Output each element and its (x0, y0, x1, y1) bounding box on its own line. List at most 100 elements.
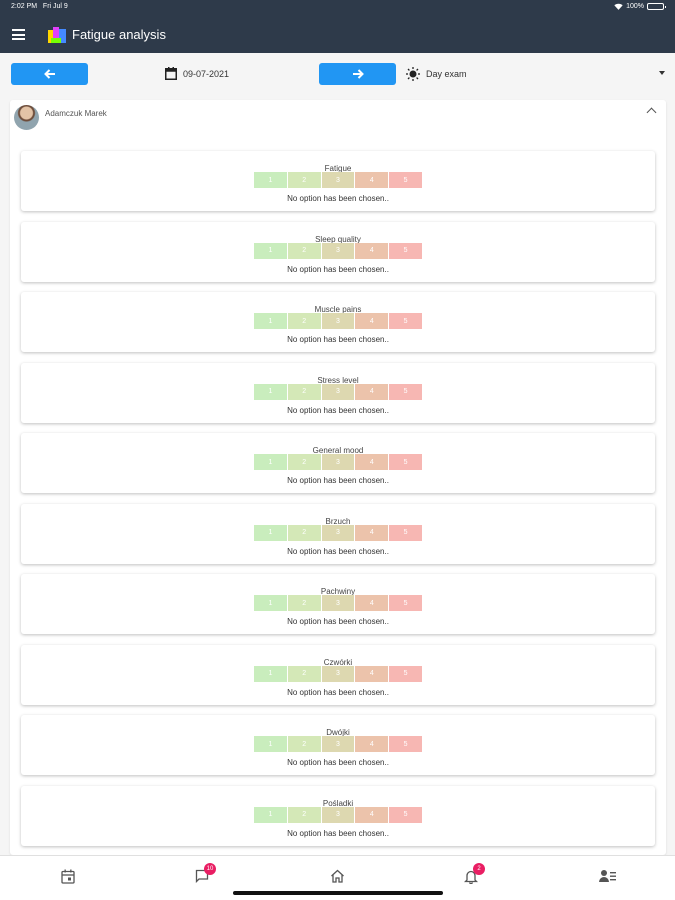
selection-status: No option has been chosen.. (287, 194, 389, 203)
rating-option-3[interactable]: 3 (321, 383, 355, 400)
rating-scale: 12345 (254, 524, 422, 541)
question-card: Muscle pains 1 2 3 4 5 No option has been chos… (21, 292, 655, 352)
date-toolbar: 09-07-2021 Day exam (0, 63, 675, 87)
rating-option-3[interactable]: 3 (321, 313, 355, 329)
date-picker[interactable]: 09-07-2021 (165, 67, 229, 80)
rating-scale: 12345 (254, 383, 422, 400)
rating-option-4[interactable]: 4 (355, 313, 389, 329)
selection-status: No option has been chosen.. (287, 405, 389, 415)
dropdown-caret-icon[interactable] (659, 71, 665, 75)
next-day-button[interactable] (319, 63, 396, 85)
rating-option-2[interactable]: 2 (287, 736, 321, 752)
rating-option-4[interactable]: 4 (355, 454, 389, 470)
selection-status: No option has been chosen.. (287, 546, 389, 556)
rating-option-4[interactable]: 4 (355, 383, 389, 400)
rating-option-1[interactable]: 1 (254, 806, 287, 823)
rating-option-5[interactable]: 5 (389, 383, 422, 400)
date-value: 09-07-2021 (183, 68, 230, 79)
selection-status: No option has been chosen.. (287, 476, 389, 485)
tab-messages[interactable]: 10 (192, 863, 216, 886)
profile-list-icon (598, 870, 616, 882)
rating-scale: 12345 (254, 313, 422, 329)
rating-option-3[interactable]: 3 (321, 736, 355, 752)
rating-option-5[interactable]: 5 (389, 665, 422, 682)
rating-option-5[interactable]: 5 (389, 454, 422, 470)
athlete-name: Adamczuk Marek (45, 109, 107, 118)
tab-home[interactable] (327, 866, 347, 886)
exam-type-value: Day exam (426, 69, 467, 79)
menu-button[interactable] (12, 29, 25, 40)
rating-option-3[interactable]: 3 (321, 806, 355, 823)
rating-option-1[interactable]: 1 (254, 242, 287, 259)
status-time: 2:02 PM Fri Jul 9 (11, 3, 68, 10)
previous-day-button[interactable] (11, 63, 88, 85)
exam-type-select[interactable]: Day exam (406, 67, 467, 81)
rating-option-5[interactable]: 5 (389, 242, 422, 259)
rating-option-2[interactable]: 2 (287, 454, 321, 470)
rating-option-2[interactable]: 2 (287, 383, 321, 400)
rating-option-2[interactable]: 2 (287, 172, 321, 188)
arrow-left-icon (43, 69, 55, 79)
rating-scale: 12345 (254, 454, 422, 470)
rating-option-4[interactable]: 4 (355, 172, 389, 188)
question-card: Pośladki 1 2 3 4 5 No option has been chosen.. (21, 785, 655, 846)
rating-option-2[interactable]: 2 (287, 242, 321, 259)
rating-option-1[interactable]: 1 (254, 383, 287, 400)
messages-badge: 10 (204, 863, 216, 875)
rating-option-1[interactable]: 1 (254, 313, 287, 329)
rating-option-3[interactable]: 3 (321, 242, 355, 259)
rating-option-3[interactable]: 3 (321, 172, 355, 188)
home-indicator (233, 891, 443, 895)
rating-option-4[interactable]: 4 (355, 524, 389, 541)
rating-option-1[interactable]: 1 (254, 524, 287, 541)
rating-option-5[interactable]: 5 (389, 172, 422, 188)
rating-option-5[interactable]: 5 (389, 313, 422, 329)
tab-profile[interactable] (597, 866, 617, 886)
rating-option-1[interactable]: 1 (254, 454, 287, 470)
status-day-text: Fri Jul 9 (42, 3, 68, 10)
rating-option-4[interactable]: 4 (355, 595, 389, 611)
rating-option-4[interactable]: 4 (355, 665, 389, 682)
rating-option-2[interactable]: 2 (287, 595, 321, 611)
selection-status: No option has been chosen.. (287, 264, 389, 274)
rating-option-3[interactable]: 3 (321, 595, 355, 611)
arrow-right-icon (352, 69, 364, 79)
rating-option-2[interactable]: 2 (287, 524, 321, 541)
calendar-icon (61, 869, 75, 884)
rating-option-1[interactable]: 1 (254, 665, 287, 682)
rating-option-2[interactable]: 2 (287, 313, 321, 329)
selection-status: No option has been chosen.. (287, 335, 389, 344)
question-card: Fatigue 1 2 3 4 5 No option has been chosen.. (21, 151, 655, 211)
rating-option-3[interactable]: 3 (321, 665, 355, 682)
rating-option-5[interactable]: 5 (389, 595, 422, 611)
battery-icon (647, 3, 666, 10)
rating-scale: 12345 (254, 172, 422, 188)
rating-option-2[interactable]: 2 (287, 665, 321, 682)
rating-option-3[interactable]: 3 (321, 524, 355, 541)
question-card: Dwójki 1 2 3 4 5 No option has been chosen.. (21, 715, 655, 775)
app-header: 2:02 PM Fri Jul 9 100% Fatigue analysis (0, 0, 675, 53)
rating-option-1[interactable]: 1 (254, 736, 287, 752)
rating-option-5[interactable]: 5 (389, 806, 422, 823)
rating-option-1[interactable]: 1 (254, 172, 287, 188)
tab-notifications[interactable]: 2 (461, 863, 485, 886)
rating-option-4[interactable]: 4 (355, 806, 389, 823)
rating-option-4[interactable]: 4 (355, 242, 389, 259)
battery-percent: 100% (626, 3, 644, 10)
rating-option-5[interactable]: 5 (389, 736, 422, 752)
rating-option-1[interactable]: 1 (254, 595, 287, 611)
question-card: Czwórki 1 2 3 4 5 No option has been chosen.. (21, 644, 655, 705)
question-card: Stress level 1 2 3 4 5 No option has been chos… (21, 362, 655, 423)
rating-option-5[interactable]: 5 (389, 524, 422, 541)
rating-option-4[interactable]: 4 (355, 736, 389, 752)
rating-scale: 12345 (254, 595, 422, 611)
tab-calendar[interactable] (58, 866, 78, 886)
home-icon (330, 869, 344, 883)
selection-status: No option has been chosen.. (287, 687, 389, 697)
athlete-header[interactable]: Adamczuk Marek (10, 100, 666, 132)
rating-option-2[interactable]: 2 (287, 806, 321, 823)
wifi-icon (614, 3, 623, 10)
chevron-up-icon[interactable] (646, 107, 657, 118)
rating-option-3[interactable]: 3 (321, 454, 355, 470)
rating-scale: 12345 (254, 242, 422, 259)
